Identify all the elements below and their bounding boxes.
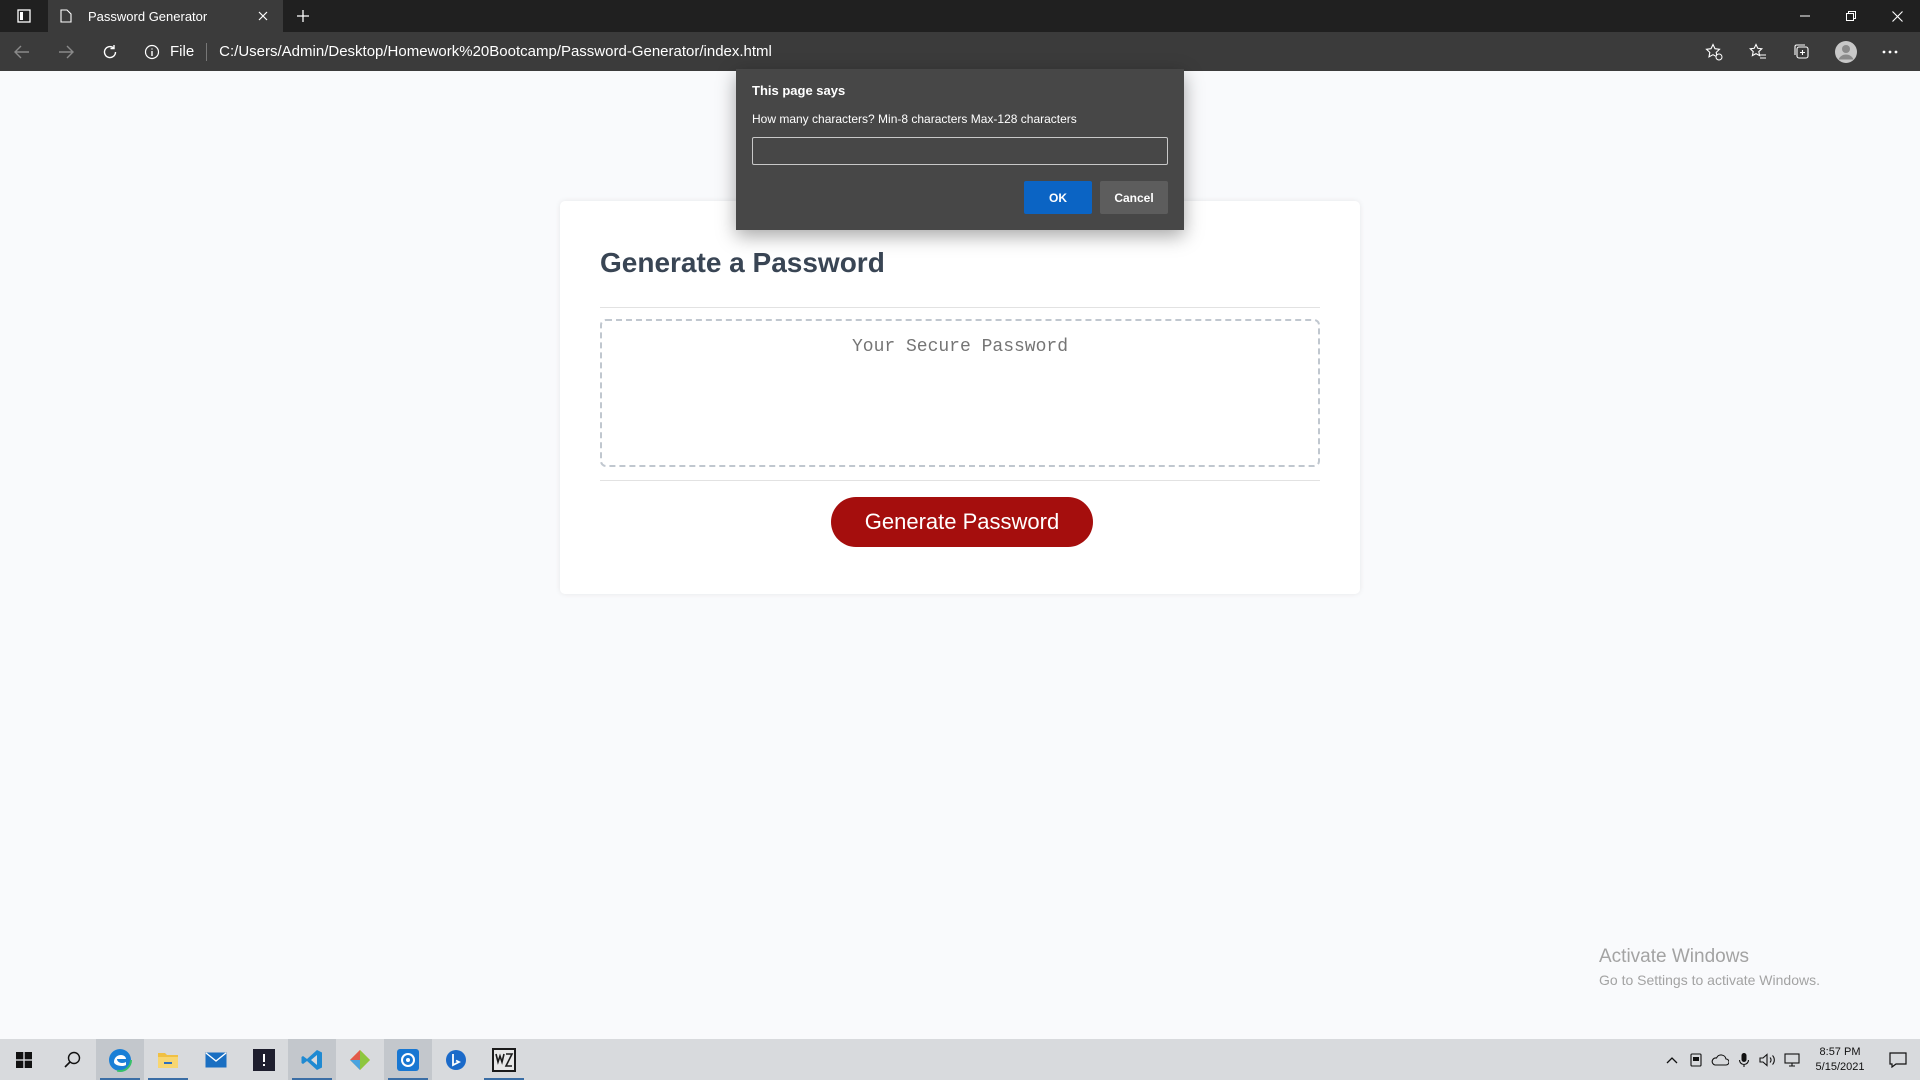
cloud-icon [1711,1053,1729,1066]
refresh-button[interactable] [88,36,132,68]
watermark-subtitle: Go to Settings to activate Windows. [1599,972,1820,988]
git-icon [350,1049,370,1070]
more-icon [1882,50,1898,53]
clock-time: 8:57 PM [1819,1045,1861,1058]
mail-icon [205,1051,227,1067]
dialog-title: This page says [752,83,846,98]
taskbar-terminal[interactable] [240,1039,288,1080]
watermark-title: Activate Windows [1599,946,1749,967]
close-window-button[interactable] [1874,0,1920,32]
app-icon [397,1048,419,1071]
taskbar-vscode[interactable] [288,1039,336,1080]
restore-icon [1846,11,1856,21]
browser-tab-bar: Password Generator [0,0,1920,32]
forward-button[interactable] [44,36,88,68]
collections-icon [1794,43,1809,59]
search-icon [63,1051,80,1068]
close-tab-icon[interactable] [253,6,273,26]
window-controls [1782,0,1920,32]
show-hidden-icons-button[interactable] [1660,1039,1684,1080]
toolbar-actions [1692,36,1920,68]
file-explorer-icon [158,1052,178,1068]
tray-onedrive[interactable] [1708,1039,1732,1080]
tab-actions-button[interactable] [0,0,48,32]
profile-button[interactable] [1824,36,1868,68]
terminal-icon [253,1048,275,1071]
settings-menu-button[interactable] [1868,36,1912,68]
add-favorite-button[interactable] [1692,36,1736,68]
taskbar-edge[interactable] [96,1039,144,1080]
forward-arrow-icon [59,45,74,58]
prompt-dialog: This page says How many characters? Min-… [736,69,1184,230]
tab-title: Password Generator [88,8,208,24]
taskbar-bing[interactable] [432,1039,480,1080]
password-output[interactable] [600,319,1320,467]
notification-icon [1889,1051,1907,1068]
minimize-icon [1800,15,1810,17]
speaker-icon [1759,1052,1775,1067]
generate-password-button[interactable]: Generate Password [831,497,1093,547]
page-title: Generate a Password [600,247,885,278]
tab-password-generator[interactable]: Password Generator [48,0,283,32]
warzone-icon [492,1047,516,1072]
chevron-up-icon [1666,1056,1678,1063]
ok-button[interactable]: OK [1024,181,1092,214]
new-tab-button[interactable] [283,0,323,32]
taskbar-clock[interactable]: 8:57 PM 5/15/2021 [1804,1045,1876,1075]
start-icon [16,1051,32,1068]
restore-button[interactable] [1828,0,1874,32]
taskbar-app[interactable] [384,1039,432,1080]
tab-actions-icon [17,9,31,23]
activate-windows-watermark: Activate Windows Go to Settings to activ… [1599,946,1820,988]
address-divider [206,42,208,61]
address-bar[interactable]: File C:/Users/Admin/Desktop/Homework%20B… [134,36,1684,68]
avatar-icon [1835,40,1857,63]
taskbar-mail[interactable] [192,1039,240,1080]
plus-icon [297,10,309,22]
taskbar-file-explorer[interactable] [144,1039,192,1080]
close-icon [1891,10,1903,22]
info-icon[interactable] [144,44,164,60]
microphone-icon [1738,1052,1750,1067]
tray-volume[interactable] [1756,1039,1780,1080]
clock-date: 5/15/2021 [1815,1060,1865,1073]
network-icon [1784,1052,1800,1067]
back-button[interactable] [0,36,44,68]
browser-toolbar: File C:/Users/Admin/Desktop/Homework%20B… [0,32,1920,71]
address-scheme: File [170,43,195,60]
back-arrow-icon [14,45,29,58]
bing-icon [446,1049,466,1070]
star-add-icon [1705,42,1723,60]
dialog-input[interactable] [752,137,1168,165]
edge-icon [108,1047,132,1072]
card-divider-top [600,307,1320,308]
tray-device[interactable] [1684,1039,1708,1080]
search-button[interactable] [48,1039,96,1080]
tray-microphone[interactable] [1732,1039,1756,1080]
collections-button[interactable] [1780,36,1824,68]
dialog-message: How many characters? Min-8 characters Ma… [752,112,1077,126]
minimize-button[interactable] [1782,0,1828,32]
password-card: Generate a Password Generate Password [560,201,1360,594]
url-text[interactable]: C:/Users/Admin/Desktop/Homework%20Bootca… [219,43,772,60]
windows-taskbar: 8:57 PM 5/15/2021 [0,1039,1920,1080]
system-tray: 8:57 PM 5/15/2021 [1660,1039,1920,1080]
taskbar-warzone[interactable] [480,1039,528,1080]
cancel-button[interactable]: Cancel [1100,181,1168,214]
page-icon [60,8,76,24]
device-icon [1690,1052,1702,1067]
action-center-button[interactable] [1876,1039,1920,1080]
favorites-list-icon [1749,42,1766,59]
taskbar-git[interactable] [336,1039,384,1080]
vscode-icon [301,1049,322,1070]
refresh-icon [103,44,117,58]
card-divider-bottom [600,480,1320,481]
start-button[interactable] [0,1039,48,1080]
favorites-button[interactable] [1736,36,1780,68]
tray-network[interactable] [1780,1039,1804,1080]
